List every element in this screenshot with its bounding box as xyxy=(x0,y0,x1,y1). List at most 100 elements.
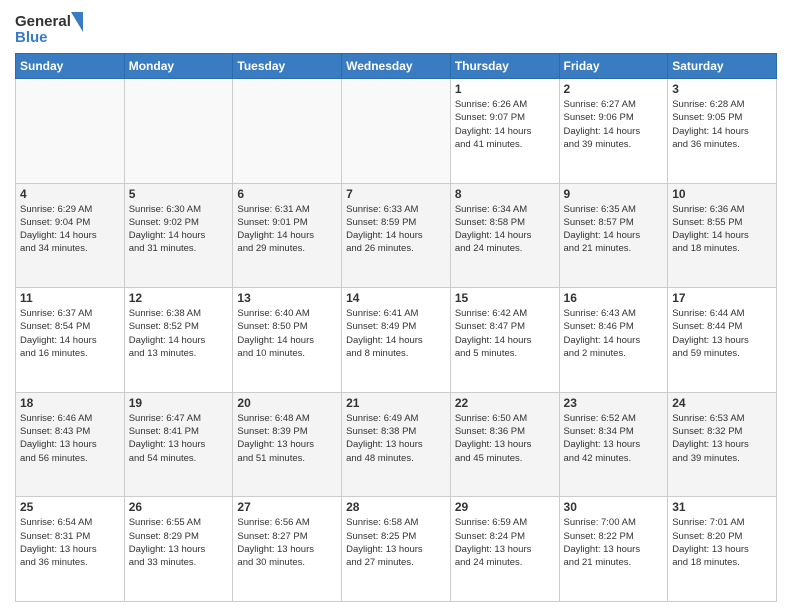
day-cell: 17 Sunrise: 6:44 AM Sunset: 8:44 PM Dayli… xyxy=(668,288,777,393)
day-number: 20 xyxy=(237,396,337,410)
day-cell: 16Sunrise: 6:43 AM Sunset: 8:46 PM Dayli… xyxy=(559,288,668,393)
day-cell: 8 Sunrise: 6:34 AM Sunset: 8:58 PM Daylig… xyxy=(450,183,559,288)
day-info: Sunrise: 6:38 AM Sunset: 8:52 PM Dayligh… xyxy=(129,307,229,360)
day-number: 27 xyxy=(237,500,337,514)
day-cell: 26 Sunrise: 6:55 AM Sunset: 8:29 PM Dayli… xyxy=(124,497,233,602)
day-cell xyxy=(16,79,125,184)
day-number: 30 xyxy=(564,500,664,514)
day-cell: 30 Sunrise: 7:00 AM Sunset: 8:22 PM Dayli… xyxy=(559,497,668,602)
day-info: Sunrise: 6:34 AM Sunset: 8:58 PM Dayligh… xyxy=(455,203,555,256)
day-cell: 28 Sunrise: 6:58 AM Sunset: 8:25 PM Dayli… xyxy=(342,497,451,602)
day-info: Sunrise: 6:47 AM Sunset: 8:41 PM Dayligh… xyxy=(129,412,229,465)
day-number: 19 xyxy=(129,396,229,410)
day-info: Sunrise: 6:59 AM Sunset: 8:24 PM Dayligh… xyxy=(455,516,555,569)
day-info: Sunrise: 6:35 AM Sunset: 8:57 PM Dayligh… xyxy=(564,203,664,256)
day-number: 18 xyxy=(20,396,120,410)
day-cell xyxy=(233,79,342,184)
day-cell: 7Sunrise: 6:33 AM Sunset: 8:59 PM Daylig… xyxy=(342,183,451,288)
day-info: Sunrise: 6:43 AM Sunset: 8:46 PM Dayligh… xyxy=(564,307,664,360)
day-number: 11 xyxy=(20,291,120,305)
header: GeneralBlue xyxy=(15,10,777,45)
day-number: 26 xyxy=(129,500,229,514)
day-number: 12 xyxy=(129,291,229,305)
day-cell: 10 Sunrise: 6:36 AM Sunset: 8:55 PM Dayli… xyxy=(668,183,777,288)
day-cell: 3 Sunrise: 6:28 AM Sunset: 9:05 PM Daylig… xyxy=(668,79,777,184)
day-cell xyxy=(342,79,451,184)
day-cell: 22Sunrise: 6:50 AM Sunset: 8:36 PM Dayli… xyxy=(450,392,559,497)
day-info: Sunrise: 6:54 AM Sunset: 8:31 PM Dayligh… xyxy=(20,516,120,569)
day-info: Sunrise: 6:55 AM Sunset: 8:29 PM Dayligh… xyxy=(129,516,229,569)
day-header-sunday: Sunday xyxy=(16,54,125,79)
day-cell xyxy=(124,79,233,184)
day-info: Sunrise: 6:41 AM Sunset: 8:49 PM Dayligh… xyxy=(346,307,446,360)
day-header-wednesday: Wednesday xyxy=(342,54,451,79)
day-info: Sunrise: 6:56 AM Sunset: 8:27 PM Dayligh… xyxy=(237,516,337,569)
day-info: Sunrise: 6:52 AM Sunset: 8:34 PM Dayligh… xyxy=(564,412,664,465)
day-cell: 4 Sunrise: 6:29 AM Sunset: 9:04 PM Daylig… xyxy=(16,183,125,288)
day-header-friday: Friday xyxy=(559,54,668,79)
day-header-thursday: Thursday xyxy=(450,54,559,79)
day-cell: 5 Sunrise: 6:30 AM Sunset: 9:02 PM Daylig… xyxy=(124,183,233,288)
day-cell: 20 Sunrise: 6:48 AM Sunset: 8:39 PM Dayli… xyxy=(233,392,342,497)
day-number: 2 xyxy=(564,82,664,96)
day-cell: 29 Sunrise: 6:59 AM Sunset: 8:24 PM Dayli… xyxy=(450,497,559,602)
day-info: Sunrise: 6:33 AM Sunset: 8:59 PM Dayligh… xyxy=(346,203,446,256)
day-info: Sunrise: 6:31 AM Sunset: 9:01 PM Dayligh… xyxy=(237,203,337,256)
day-cell: 24Sunrise: 6:53 AM Sunset: 8:32 PM Dayli… xyxy=(668,392,777,497)
day-cell: 1 Sunrise: 6:26 AM Sunset: 9:07 PM Daylig… xyxy=(450,79,559,184)
day-cell: 6 Sunrise: 6:31 AM Sunset: 9:01 PM Daylig… xyxy=(233,183,342,288)
day-info: Sunrise: 6:49 AM Sunset: 8:38 PM Dayligh… xyxy=(346,412,446,465)
day-info: Sunrise: 6:28 AM Sunset: 9:05 PM Dayligh… xyxy=(672,98,772,151)
day-cell: 27 Sunrise: 6:56 AM Sunset: 8:27 PM Dayli… xyxy=(233,497,342,602)
day-number: 6 xyxy=(237,187,337,201)
day-header-saturday: Saturday xyxy=(668,54,777,79)
week-row-3: 11Sunrise: 6:37 AM Sunset: 8:54 PM Dayli… xyxy=(16,288,777,393)
day-cell: 31Sunrise: 7:01 AM Sunset: 8:20 PM Dayli… xyxy=(668,497,777,602)
day-number: 25 xyxy=(20,500,120,514)
logo-icon: GeneralBlue xyxy=(15,10,85,45)
day-number: 10 xyxy=(672,187,772,201)
day-cell: 2 Sunrise: 6:27 AM Sunset: 9:06 PM Daylig… xyxy=(559,79,668,184)
day-number: 9 xyxy=(564,187,664,201)
logo: GeneralBlue xyxy=(15,10,85,45)
day-info: Sunrise: 6:48 AM Sunset: 8:39 PM Dayligh… xyxy=(237,412,337,465)
day-info: Sunrise: 6:50 AM Sunset: 8:36 PM Dayligh… xyxy=(455,412,555,465)
day-cell: 18 Sunrise: 6:46 AM Sunset: 8:43 PM Dayli… xyxy=(16,392,125,497)
day-cell: 12 Sunrise: 6:38 AM Sunset: 8:52 PM Dayli… xyxy=(124,288,233,393)
svg-text:Blue: Blue xyxy=(15,29,48,45)
day-info: Sunrise: 6:44 AM Sunset: 8:44 PM Dayligh… xyxy=(672,307,772,360)
day-info: Sunrise: 6:36 AM Sunset: 8:55 PM Dayligh… xyxy=(672,203,772,256)
day-number: 5 xyxy=(129,187,229,201)
day-info: Sunrise: 6:29 AM Sunset: 9:04 PM Dayligh… xyxy=(20,203,120,256)
day-number: 8 xyxy=(455,187,555,201)
week-row-4: 18 Sunrise: 6:46 AM Sunset: 8:43 PM Dayli… xyxy=(16,392,777,497)
day-cell: 15Sunrise: 6:42 AM Sunset: 8:47 PM Dayli… xyxy=(450,288,559,393)
day-number: 28 xyxy=(346,500,446,514)
day-number: 17 xyxy=(672,291,772,305)
day-cell: 11Sunrise: 6:37 AM Sunset: 8:54 PM Dayli… xyxy=(16,288,125,393)
day-number: 23 xyxy=(564,396,664,410)
day-info: Sunrise: 6:27 AM Sunset: 9:06 PM Dayligh… xyxy=(564,98,664,151)
week-row-2: 4 Sunrise: 6:29 AM Sunset: 9:04 PM Daylig… xyxy=(16,183,777,288)
day-info: Sunrise: 6:46 AM Sunset: 8:43 PM Dayligh… xyxy=(20,412,120,465)
day-info: Sunrise: 6:26 AM Sunset: 9:07 PM Dayligh… xyxy=(455,98,555,151)
page: GeneralBlue SundayMondayTuesdayWednesday… xyxy=(0,0,792,612)
week-row-5: 25 Sunrise: 6:54 AM Sunset: 8:31 PM Dayli… xyxy=(16,497,777,602)
day-number: 13 xyxy=(237,291,337,305)
day-header-monday: Monday xyxy=(124,54,233,79)
day-header-tuesday: Tuesday xyxy=(233,54,342,79)
week-row-1: 1 Sunrise: 6:26 AM Sunset: 9:07 PM Daylig… xyxy=(16,79,777,184)
day-number: 1 xyxy=(455,82,555,96)
day-number: 29 xyxy=(455,500,555,514)
day-info: Sunrise: 6:30 AM Sunset: 9:02 PM Dayligh… xyxy=(129,203,229,256)
day-cell: 25 Sunrise: 6:54 AM Sunset: 8:31 PM Dayli… xyxy=(16,497,125,602)
day-number: 3 xyxy=(672,82,772,96)
day-number: 14 xyxy=(346,291,446,305)
day-number: 4 xyxy=(20,187,120,201)
day-info: Sunrise: 7:00 AM Sunset: 8:22 PM Dayligh… xyxy=(564,516,664,569)
day-cell: 21Sunrise: 6:49 AM Sunset: 8:38 PM Dayli… xyxy=(342,392,451,497)
day-cell: 14 Sunrise: 6:41 AM Sunset: 8:49 PM Dayli… xyxy=(342,288,451,393)
day-cell: 19 Sunrise: 6:47 AM Sunset: 8:41 PM Dayli… xyxy=(124,392,233,497)
day-info: Sunrise: 6:58 AM Sunset: 8:25 PM Dayligh… xyxy=(346,516,446,569)
day-number: 31 xyxy=(672,500,772,514)
